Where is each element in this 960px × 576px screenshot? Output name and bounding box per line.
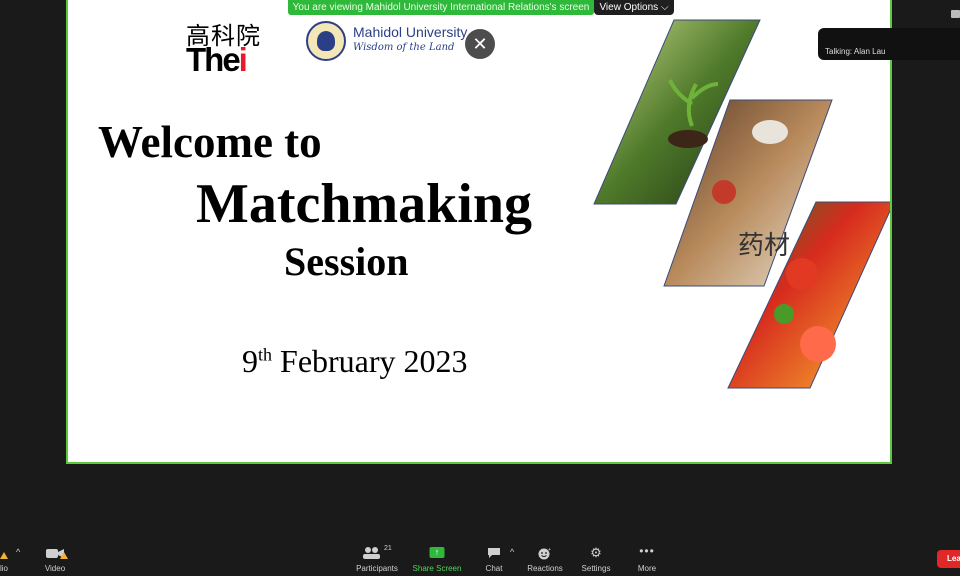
chat-label: Chat [485,564,503,573]
chat-caret-icon[interactable]: ^ [510,547,514,557]
video-label: Video [44,564,66,573]
smiley-icon: + [538,547,551,560]
more-dots-icon: ••• [639,544,655,558]
settings-label: Settings [581,564,611,573]
audio-label: lio [0,564,9,573]
participants-label: Participants [356,564,398,573]
title-matchmaking: Matchmaking [196,173,532,235]
thei-logo-text: The [186,41,241,78]
audio-warning-icon [0,552,8,559]
audio-button[interactable]: lio [0,542,14,576]
more-label: More [637,564,657,573]
participants-icon [363,547,380,559]
close-icon[interactable]: ✕ [465,29,495,59]
meeting-toolbar: lio ^ Video 21 Participants ↑ Share Scre… [0,542,960,576]
settings-button[interactable]: ⚙ Settings [578,542,614,576]
participants-button[interactable]: 21 Participants [354,542,400,576]
date-day: 9 [242,343,258,379]
gear-icon: ⚙ [590,545,602,560]
share-banner: You are viewing Mahidol University Inter… [288,0,594,15]
audio-caret-icon[interactable]: ^ [16,547,20,557]
date-suffix: th [258,344,273,365]
mahidol-motto: Wisdom of the Land [353,42,455,53]
more-button[interactable]: ••• More [632,542,662,576]
chevron-down-icon: ⌵ [660,2,669,13]
participants-count: 21 [384,545,392,552]
video-warning-icon [60,552,68,559]
view-options-label: View Options [599,2,659,13]
reactions-label: Reactions [527,564,563,573]
reactions-button[interactable]: + Reactions [526,542,564,576]
window-icon[interactable] [951,10,960,18]
title-welcome: Welcome to [98,117,322,167]
chat-icon [488,548,500,558]
photo-collage: 药材 [593,19,890,389]
title-session: Session [284,239,409,284]
chat-button[interactable]: Chat [480,542,508,576]
shared-screen: 高科院 Thei Mahidol University Wisdom of th… [66,0,892,464]
thei-logo: Thei [186,41,248,79]
share-screen-icon: ↑ [429,547,445,558]
talking-indicator: Talking: Alan Lau [818,28,960,60]
view-options-button[interactable]: View Options ⌵ [594,0,674,15]
mahidol-name: Mahidol University [353,24,468,40]
leave-button[interactable]: Lea [937,550,960,568]
date-month-year: February 2023 [272,343,468,379]
svg-text:药材: 药材 [738,231,790,261]
video-button[interactable]: Video [40,542,70,576]
svg-text:+: + [548,547,551,553]
share-screen-button[interactable]: ↑ Share Screen [412,542,462,576]
mahidol-seal-icon [306,21,346,61]
event-date: 9th February 2023 [242,343,468,380]
thei-logo-i: i [238,41,248,78]
share-screen-label: Share Screen [412,564,462,573]
